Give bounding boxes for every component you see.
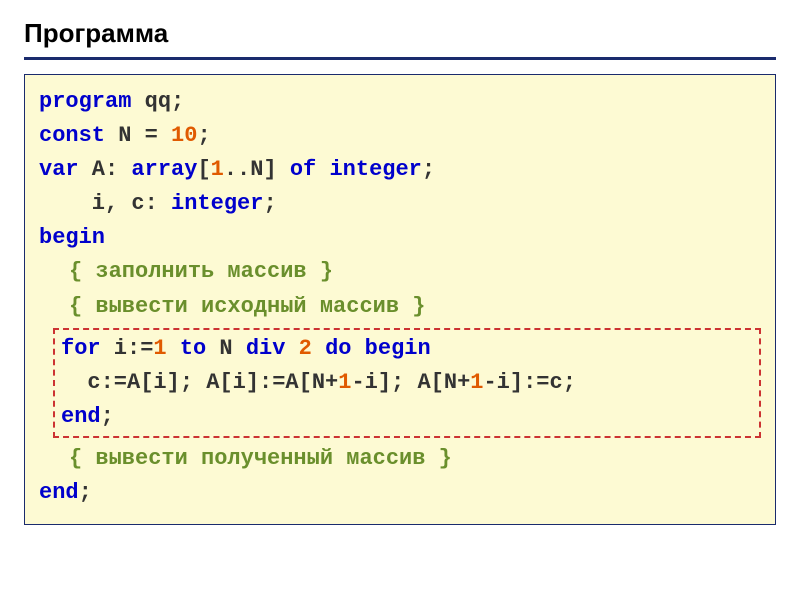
text: ; — [101, 404, 114, 429]
text — [285, 336, 298, 361]
code-line-2: const N = 10; — [39, 119, 761, 153]
comment: { вывести исходный массив } — [69, 294, 425, 319]
kw-of: of — [290, 157, 316, 182]
num: 1 — [211, 157, 224, 182]
code-block: program qq; const N = 10; var A: array[1… — [24, 74, 776, 525]
text: i:= — [101, 336, 154, 361]
text — [316, 157, 329, 182]
text: qq; — [131, 89, 184, 114]
kw-end: end — [39, 480, 79, 505]
kw-begin: begin — [39, 225, 105, 250]
kw-to: to — [180, 336, 206, 361]
slide-title: Программа — [24, 18, 776, 49]
kw-program: program — [39, 89, 131, 114]
text: N — [206, 336, 246, 361]
num: 1 — [338, 370, 351, 395]
code-line-5: begin — [39, 221, 761, 255]
title-underline — [24, 57, 776, 60]
kw-end: end — [61, 404, 101, 429]
code-line-1: program qq; — [39, 85, 761, 119]
text: ..N] — [224, 157, 290, 182]
kw-do: do — [325, 336, 351, 361]
code-line-10: end; — [61, 400, 753, 434]
text: [ — [197, 157, 210, 182]
code-line-4: i, c: integer; — [39, 187, 761, 221]
text — [312, 336, 325, 361]
text: c:=A[i]; A[i]:=A[N+ — [61, 370, 338, 395]
kw-integer: integer — [171, 191, 263, 216]
kw-integer: integer — [329, 157, 421, 182]
text: A: — [79, 157, 132, 182]
text: ; — [422, 157, 435, 182]
kw-begin: begin — [365, 336, 431, 361]
code-line-6: { заполнить массив } — [39, 255, 761, 289]
text: i, c: — [39, 191, 171, 216]
comment: { заполнить массив } — [69, 259, 333, 284]
text — [167, 336, 180, 361]
text: ; — [263, 191, 276, 216]
num: 2 — [299, 336, 312, 361]
num: 1 — [470, 370, 483, 395]
comment: { вывести полученный массив } — [69, 446, 452, 471]
kw-div: div — [246, 336, 286, 361]
text: ; — [79, 480, 92, 505]
kw-for: for — [61, 336, 101, 361]
text: N = — [105, 123, 171, 148]
text: -i]:=c; — [483, 370, 575, 395]
kw-array: array — [131, 157, 197, 182]
num: 1 — [153, 336, 166, 361]
code-line-9: c:=A[i]; A[i]:=A[N+1-i]; A[N+1-i]:=c; — [61, 366, 753, 400]
code-line-8: for i:=1 to N div 2 do begin — [61, 332, 753, 366]
kw-var: var — [39, 157, 79, 182]
num: 10 — [171, 123, 197, 148]
kw-const: const — [39, 123, 105, 148]
code-line-12: end; — [39, 476, 761, 510]
code-line-7: { вывести исходный массив } — [39, 290, 761, 324]
text: ; — [197, 123, 210, 148]
code-line-3: var A: array[1..N] of integer; — [39, 153, 761, 187]
highlighted-loop: for i:=1 to N div 2 do begin c:=A[i]; A[… — [53, 328, 761, 438]
text: -i]; A[N+ — [351, 370, 470, 395]
text — [351, 336, 364, 361]
code-line-11: { вывести полученный массив } — [39, 442, 761, 476]
